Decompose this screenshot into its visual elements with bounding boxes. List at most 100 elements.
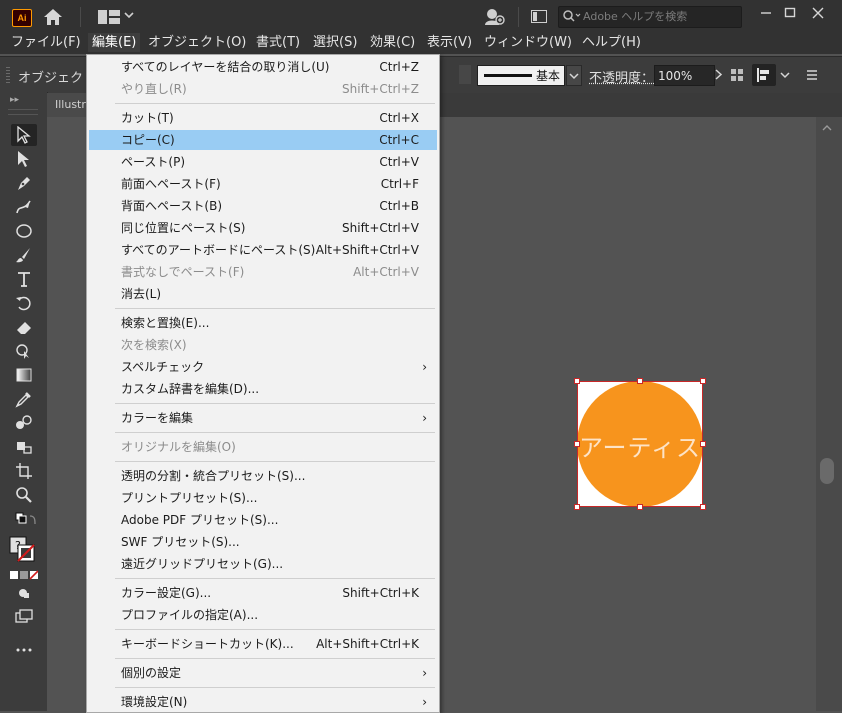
menu-item-color-settings[interactable]: カラー設定(G)... Shift+Ctrl+K [89,583,437,603]
scroll-up-icon[interactable] [821,123,833,133]
menu-item-transparency-presets[interactable]: 透明の分割・統合プリセット(S)... [89,466,437,486]
submenu-arrow-icon: › [422,360,427,374]
resize-handle-right[interactable] [700,441,706,447]
close-icon[interactable] [807,2,829,24]
menu-item-label: プリントプリセット(S)... [121,491,258,505]
gradient-tool[interactable] [11,364,37,386]
artboard-tool[interactable] [11,460,37,482]
drawing-mode-button[interactable] [11,582,37,604]
menu-item-label: 透明の分割・統合プリセット(S)... [121,469,306,483]
menu-item-shortcut: Ctrl+F [380,177,419,191]
ellipse-tool[interactable] [11,220,37,242]
resize-handle-bottom-right[interactable] [700,504,706,510]
resize-handle-left[interactable] [574,441,580,447]
zoom-tool[interactable] [11,484,37,506]
opacity-input[interactable] [654,65,715,86]
default-fill-stroke[interactable] [11,510,37,532]
symbol-sprayer-tool[interactable] [11,436,37,458]
resize-handle-bottom[interactable] [637,504,643,510]
menu-effect[interactable]: 効果(C) [366,33,419,52]
eraser-tool[interactable] [11,316,37,338]
brush-tool[interactable] [11,244,37,266]
menu-item-redo: やり直し(R) Shift+Ctrl+Z [89,79,437,99]
menu-item-edit-colors[interactable]: カラーを編集 › [89,408,437,428]
menu-edit[interactable]: 編集(E) [88,33,141,52]
menu-item-shortcut: Ctrl+C [379,133,419,147]
workspace-layout-icon[interactable] [98,10,120,24]
search-input[interactable] [583,8,733,24]
stroke-dropdown-button[interactable] [566,65,582,86]
minimize-icon[interactable] [755,2,777,24]
chevron-right-icon[interactable] [713,65,725,84]
screen-mode-button[interactable] [11,606,37,628]
fill-stroke-swatch[interactable]: ? [9,534,37,564]
resize-handle-bottom-left[interactable] [574,504,580,510]
menu-file[interactable]: ファイル(F) [7,33,85,52]
user-sync-icon[interactable] [484,8,506,26]
menu-item-paste-in-back[interactable]: 背面へペースト(B) Ctrl+B [89,196,437,216]
menu-window[interactable]: ウィンドウ(W) [480,33,576,52]
resize-handle-top-left[interactable] [574,378,580,384]
menu-select[interactable]: 選択(S) [309,33,361,52]
menu-item-clear[interactable]: 消去(L) [89,284,437,304]
direct-selection-tool[interactable] [11,148,37,170]
maximize-icon[interactable] [779,2,801,24]
menu-item-assign-profile[interactable]: プロファイルの指定(A)... [89,605,437,625]
align-button[interactable] [752,64,776,86]
collapse-panel-icon[interactable]: ▸▸ [10,95,19,105]
scroll-thumb[interactable] [820,458,834,484]
menu-item-find-replace[interactable]: 検索と置換(E)... [89,313,437,333]
shape-builder-tool[interactable] [11,340,37,362]
edit-toolbar-button[interactable] [11,638,37,660]
edit-menu-dropdown: すべてのレイヤーを結合の取り消し(U) Ctrl+Z やり直し(R) Shift… [86,54,440,713]
menu-item-shortcut: Ctrl+Z [379,60,419,74]
menu-object[interactable]: オブジェクト(O) [144,33,250,52]
menu-item-pdf-presets[interactable]: Adobe PDF プリセット(S)... [89,510,437,530]
menu-item-paste-in-front[interactable]: 前面へペースト(F) Ctrl+F [89,174,437,194]
chevron-down-icon[interactable] [776,66,794,84]
menu-item-paste-all-artboards[interactable]: すべてのアートボードにペースト(S) Alt+Shift+Ctrl+V [89,240,437,260]
menu-item-label: スペルチェック [121,360,205,374]
menu-item-cut[interactable]: カット(T) Ctrl+X [89,108,437,128]
recolor-grid-icon[interactable] [729,66,747,84]
menu-view[interactable]: 表示(V) [423,33,476,52]
curvature-tool[interactable] [11,196,37,218]
home-icon[interactable] [43,8,63,26]
menu-item-my-settings[interactable]: 個別の設定 › [89,663,437,683]
stroke-profile-select[interactable]: 基本 [477,65,565,86]
blend-tool[interactable] [11,412,37,434]
menu-help[interactable]: ヘルプ(H) [578,33,645,52]
arrange-documents-icon[interactable] [531,10,547,23]
eyedropper-tool[interactable] [11,388,37,410]
color-mode-icon [10,570,38,580]
resize-handle-top-right[interactable] [700,378,706,384]
menu-item-perspective-grid-presets[interactable]: 遠近グリッドプリセット(G)... [89,554,437,574]
help-search[interactable] [558,6,742,28]
menu-item-paste[interactable]: ペースト(P) Ctrl+V [89,152,437,172]
type-tool[interactable] [11,268,37,290]
chevron-down-icon[interactable] [124,10,134,20]
menu-item-print-presets[interactable]: プリントプリセット(S)... [89,488,437,508]
rotate-tool[interactable] [11,292,37,314]
selection-tool[interactable] [11,124,37,146]
menu-item-copy[interactable]: コピー(C) Ctrl+C [89,130,437,150]
menu-item-edit-custom-dictionary[interactable]: カスタム辞書を編集(D)... [89,379,437,399]
tools-grip[interactable] [8,109,38,115]
menu-item-spellcheck[interactable]: スペルチェック › [89,357,437,377]
menu-item-label: Adobe PDF プリセット(S)... [121,513,279,527]
menu-separator [115,432,435,433]
menu-item-keyboard-shortcuts[interactable]: キーボードショートカット(K)... Alt+Shift+Ctrl+K [89,634,437,654]
menu-item-paste-in-place[interactable]: 同じ位置にペースト(S) Shift+Ctrl+V [89,218,437,238]
pen-tool[interactable] [11,172,37,194]
title-divider [518,7,519,27]
opacity-label[interactable]: 不透明度： [589,67,654,86]
panel-menu-icon[interactable] [803,66,821,84]
resize-handle-top[interactable] [637,378,643,384]
menu-item-undo-merge[interactable]: すべてのレイヤーを結合の取り消し(U) Ctrl+Z [89,57,437,77]
stroke-weight-arrow[interactable] [459,65,471,84]
vertical-scrollbar[interactable] [816,117,842,711]
control-bar-grip[interactable] [6,67,10,83]
menu-item-preferences[interactable]: 環境設定(N) › [89,692,437,712]
menu-item-swf-presets[interactable]: SWF プリセット(S)... [89,532,437,552]
menu-type[interactable]: 書式(T) [252,33,304,52]
